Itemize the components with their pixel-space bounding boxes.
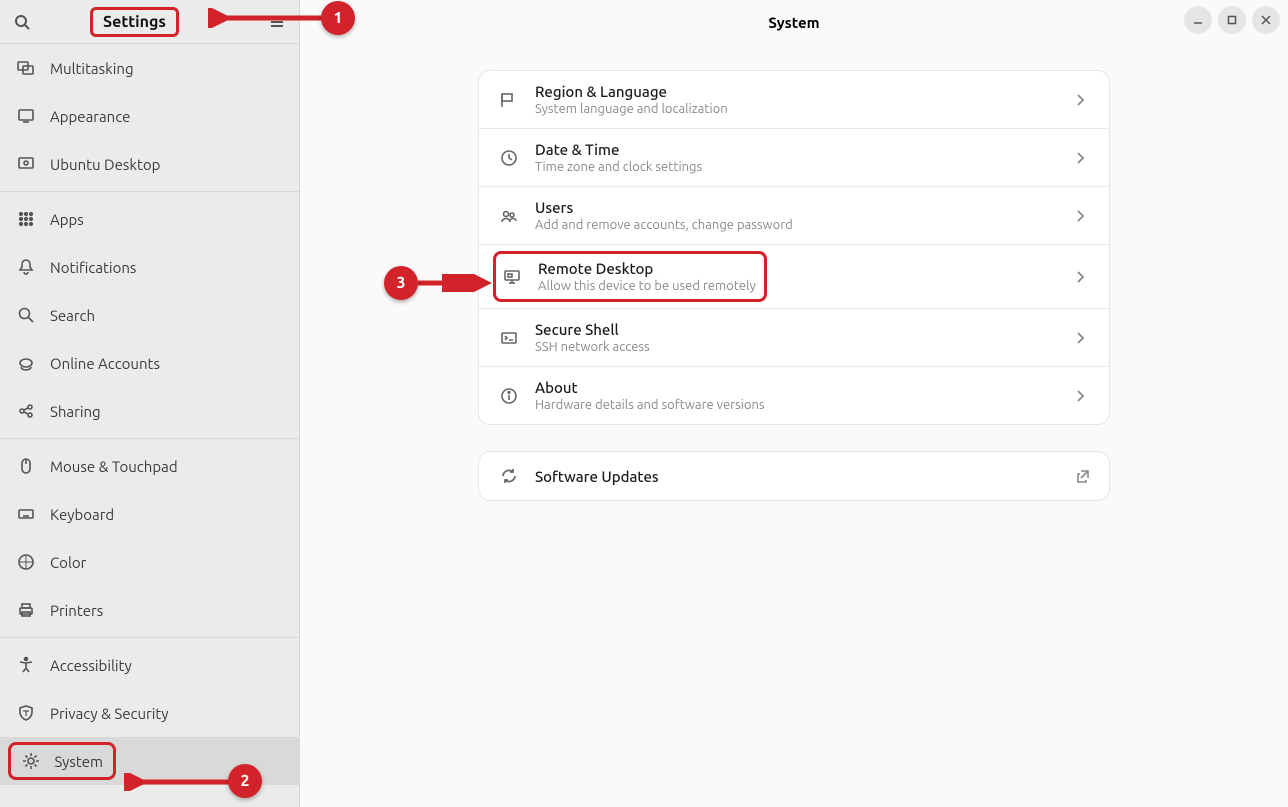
region-icon [497, 88, 521, 112]
accessibility-icon [16, 655, 36, 675]
secure-shell-icon [497, 326, 521, 350]
row-title: Secure Shell [535, 321, 1061, 338]
row-title: Region & Language [535, 83, 1061, 100]
datetime-icon [497, 146, 521, 170]
appearance-icon [16, 106, 36, 126]
online-accounts-icon [16, 353, 36, 373]
sidebar-item-multitasking[interactable]: Multitasking [0, 44, 299, 92]
row-subtitle: Allow this device to be used remotely [538, 279, 756, 293]
sidebar-item-label: System [55, 753, 104, 770]
sidebar-item-label: Online Accounts [50, 355, 160, 372]
remote-desktop-icon [500, 265, 524, 289]
page-title: System [768, 14, 819, 31]
privacy-icon [16, 703, 36, 723]
row-title: About [535, 379, 1061, 396]
list-item-region-language[interactable]: Region & Language System language and loc… [479, 71, 1109, 129]
sidebar-item-privacy-security[interactable]: Privacy & Security [0, 689, 299, 737]
row-subtitle: Hardware details and software versions [535, 398, 1061, 412]
list-item-about[interactable]: About Hardware details and software versi… [479, 367, 1109, 424]
printers-icon [16, 600, 36, 620]
chevron-right-icon [1075, 151, 1091, 165]
annotation-arrow-3 [416, 274, 496, 292]
sidebar-item-label: Apps [50, 211, 84, 228]
list-item-software-updates[interactable]: Software Updates [479, 452, 1109, 500]
sidebar-item-search[interactable]: Search [0, 291, 299, 339]
sidebar-item-label: Multitasking [50, 60, 134, 77]
sidebar-item-label: Sharing [50, 403, 101, 420]
sidebar-item-ubuntu-desktop[interactable]: Ubuntu Desktop [0, 140, 299, 188]
list-item-secure-shell[interactable]: Secure Shell SSH network access [479, 309, 1109, 367]
sidebar-item-accessibility[interactable]: Accessibility [0, 641, 299, 689]
notifications-icon [16, 257, 36, 277]
sharing-icon [16, 401, 36, 421]
sidebar-item-online-accounts[interactable]: Online Accounts [0, 339, 299, 387]
maximize-button[interactable] [1218, 6, 1246, 34]
sidebar-item-label: Keyboard [50, 506, 114, 523]
system-icon [21, 751, 41, 771]
sidebar-item-label: Appearance [50, 108, 130, 125]
sidebar-separator [0, 637, 299, 638]
sidebar-item-keyboard[interactable]: Keyboard [0, 490, 299, 538]
keyboard-icon [16, 504, 36, 524]
close-button[interactable] [1252, 6, 1280, 34]
list-item-remote-desktop[interactable]: Remote Desktop Allow this device to be us… [479, 245, 1109, 309]
annotation-arrow-2 [124, 773, 234, 791]
sidebar-item-apps[interactable]: Apps [0, 195, 299, 243]
sidebar-item-label: Search [50, 307, 95, 324]
search-icon [16, 305, 36, 325]
row-title: Users [535, 199, 1061, 216]
mouse-icon [16, 456, 36, 476]
about-icon [497, 384, 521, 408]
sidebar-item-printers[interactable]: Printers [0, 586, 299, 634]
sidebar-item-label: Privacy & Security [50, 705, 169, 722]
list-item-date-time[interactable]: Date & Time Time zone and clock settings [479, 129, 1109, 187]
sidebar-item-appearance[interactable]: Appearance [0, 92, 299, 140]
minimize-button[interactable] [1184, 6, 1212, 34]
apps-icon [16, 209, 36, 229]
chevron-right-icon [1075, 209, 1091, 223]
sidebar-item-color[interactable]: Color [0, 538, 299, 586]
sidebar-separator [0, 191, 299, 192]
close-icon [1261, 15, 1271, 25]
chevron-right-icon [1075, 389, 1091, 403]
sidebar-item-label: Mouse & Touchpad [50, 458, 178, 475]
sidebar-item-sharing[interactable]: Sharing [0, 387, 299, 435]
ubuntu-desktop-icon [16, 154, 36, 174]
chevron-right-icon [1075, 93, 1091, 107]
minimize-icon [1193, 15, 1203, 25]
row-title: Remote Desktop [538, 260, 756, 277]
sidebar-separator [0, 438, 299, 439]
sidebar-item-label: Color [50, 554, 86, 571]
row-subtitle: SSH network access [535, 340, 1061, 354]
sidebar-item-label: Accessibility [50, 657, 132, 674]
users-icon [497, 204, 521, 228]
sidebar-item-mouse-touchpad[interactable]: Mouse & Touchpad [0, 442, 299, 490]
sidebar-item-label: Printers [50, 602, 103, 619]
list-item-users[interactable]: Users Add and remove accounts, change pas… [479, 187, 1109, 245]
annotation-badge-3: 3 [384, 266, 418, 300]
maximize-icon [1227, 15, 1237, 25]
annotation-badge-1: 1 [321, 1, 355, 35]
row-subtitle: Time zone and clock settings [535, 160, 1061, 174]
row-title: Software Updates [535, 468, 1061, 485]
row-title: Date & Time [535, 141, 1061, 158]
annotation-arrow-1 [208, 8, 328, 28]
updates-icon [497, 464, 521, 488]
external-link-icon [1075, 468, 1091, 484]
sidebar-item-notifications[interactable]: Notifications [0, 243, 299, 291]
sidebar-item-label: Notifications [50, 259, 136, 276]
row-subtitle: System language and localization [535, 102, 1061, 116]
chevron-right-icon [1075, 270, 1091, 284]
chevron-right-icon [1075, 331, 1091, 345]
multitasking-icon [16, 58, 36, 78]
annotation-badge-2: 2 [228, 764, 262, 798]
sidebar-item-label: Ubuntu Desktop [50, 156, 160, 173]
row-subtitle: Add and remove accounts, change password [535, 218, 1061, 232]
color-icon [16, 552, 36, 572]
sidebar-title: Settings [90, 7, 179, 37]
